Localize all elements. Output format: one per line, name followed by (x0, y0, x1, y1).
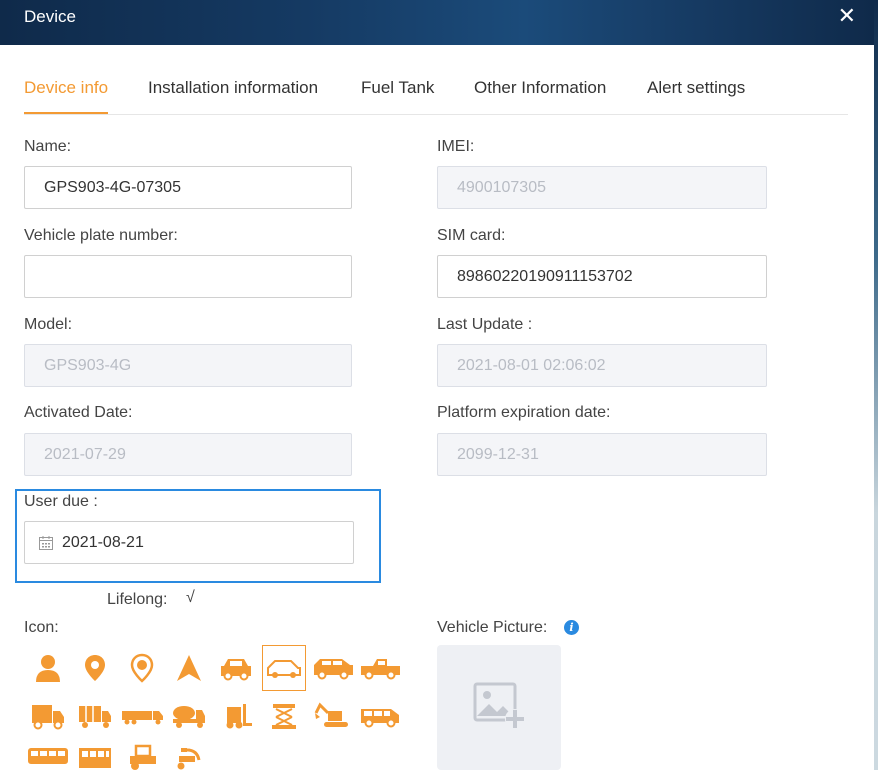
forklift-icon[interactable] (214, 695, 258, 737)
platform-expiration-label: Platform expiration date: (437, 404, 611, 421)
tab-other-information[interactable]: Other Information (474, 78, 606, 112)
vehicle-plate-field[interactable] (24, 255, 352, 298)
user-due-date-field[interactable]: 2021-08-21 (24, 521, 354, 564)
cargo-truck-icon[interactable] (73, 695, 117, 737)
person-icon[interactable] (26, 647, 70, 689)
name-label: Name: (24, 138, 72, 155)
excavator-icon[interactable] (311, 695, 355, 737)
box-truck-icon[interactable] (26, 695, 70, 737)
model-label: Model: (24, 316, 73, 333)
icon-label: Icon: (24, 619, 59, 636)
navigation-arrow-icon[interactable] (167, 647, 211, 689)
calendar-icon (39, 536, 53, 550)
name-field[interactable]: GPS903-4G-07305 (24, 166, 352, 209)
user-due-label: User due : (24, 493, 98, 510)
image-add-icon (473, 682, 525, 729)
sedan-icon[interactable] (262, 645, 306, 691)
animal-pin-icon[interactable] (120, 647, 164, 689)
imei-field: 4900107305 (437, 166, 767, 209)
pickup-truck-icon[interactable] (358, 647, 402, 689)
vehicle-plate-label: Vehicle plate number: (24, 227, 178, 244)
activated-date-label: Activated Date: (24, 404, 133, 421)
tab-bar: Device info Installation information Fue… (24, 78, 848, 115)
last-update-label: Last Update : (437, 316, 533, 333)
dialog-header: Device ✕ (0, 0, 874, 45)
tab-alert-settings[interactable]: Alert settings (647, 78, 745, 112)
activated-date-field: 2021-07-29 (24, 433, 352, 476)
lifelong-label: Lifelong: (107, 591, 168, 608)
close-icon[interactable]: ✕ (838, 3, 856, 29)
tab-fuel-tank[interactable]: Fuel Tank (361, 78, 434, 112)
imei-label: IMEI: (437, 138, 475, 155)
mixer-truck-icon[interactable] (167, 695, 211, 737)
bus-icon[interactable] (26, 742, 70, 770)
last-update-field: 2021-08-01 02:06:02 (437, 344, 767, 387)
sim-card-field[interactable]: 89860220190911153702 (437, 255, 767, 298)
small-car-icon[interactable] (214, 647, 258, 689)
tab-device-info[interactable]: Device info (24, 78, 109, 114)
platform-expiration-field: 2099-12-31 (437, 433, 767, 476)
vehicle-picture-label: Vehicle Picture: (437, 619, 548, 636)
lifelong-checkmark[interactable]: √ (186, 589, 195, 607)
trailer-truck-icon[interactable] (120, 695, 164, 737)
info-icon[interactable]: i (564, 620, 579, 635)
scissor-lift-icon[interactable] (262, 695, 306, 737)
suv-icon[interactable] (311, 647, 355, 689)
van-icon[interactable] (358, 695, 402, 737)
vehicle-picture-upload[interactable] (437, 645, 561, 770)
background-strip (874, 0, 878, 770)
scooter-icon[interactable] (167, 742, 211, 770)
dialog-title: Device (24, 7, 76, 26)
tractor-icon[interactable] (120, 742, 164, 770)
school-bus-icon[interactable] (73, 742, 117, 770)
user-due-value: 2021-08-21 (62, 534, 144, 551)
tab-installation-information[interactable]: Installation information (148, 78, 318, 112)
model-field: GPS903-4G (24, 344, 352, 387)
sim-card-label: SIM card: (437, 227, 506, 244)
location-pin-icon[interactable] (73, 647, 117, 689)
